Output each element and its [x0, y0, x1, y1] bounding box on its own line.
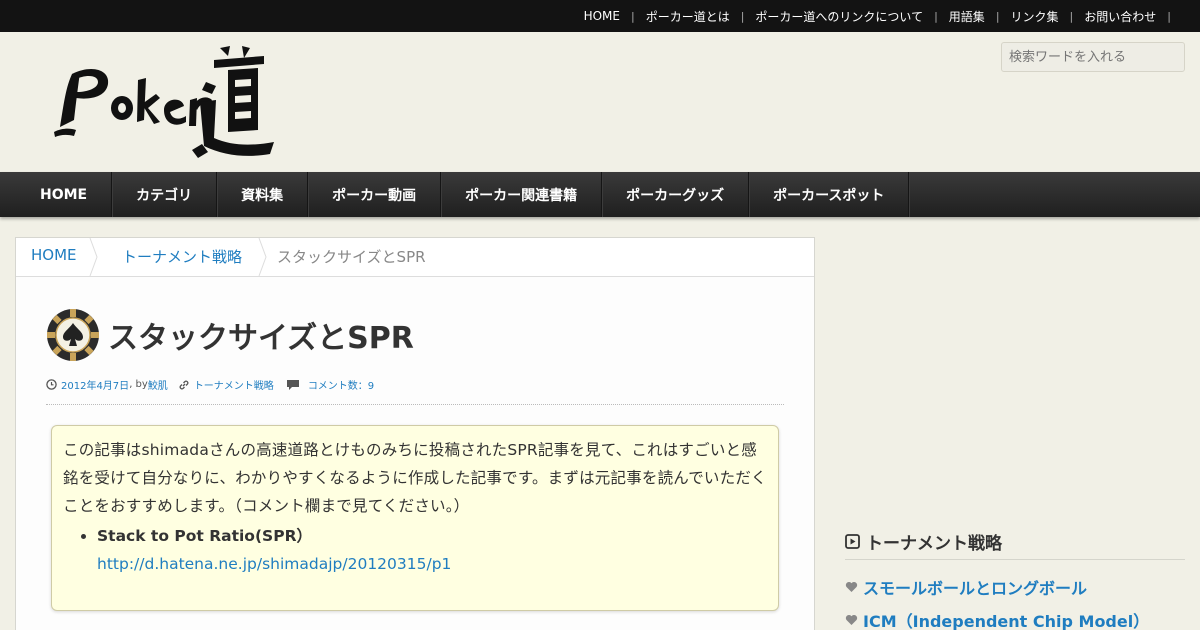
main-nav-spots[interactable]: ポーカースポット [749, 172, 910, 217]
separator: | [1167, 9, 1171, 23]
top-nav-home[interactable]: HOME [584, 9, 620, 23]
breadcrumb: HOME トーナメント戦略 スタックサイズとSPR [16, 238, 814, 277]
main-nav-label: ポーカー関連書籍 [465, 187, 578, 204]
breadcrumb-current: スタックサイズとSPR [277, 248, 426, 266]
separator: | [630, 9, 635, 23]
intro-note: この記事はshimadaさんの高速道路とけものみちに投稿されたSPR記事を見て、… [51, 425, 779, 611]
main-nav-books[interactable]: ポーカー関連書籍 [441, 172, 603, 217]
top-nav: HOME | ポーカー道とは | ポーカー道へのリンクについて | 用語集 | リンク集… [584, 0, 1182, 32]
main-nav: HOME カテゴリ 資料集 ポーカー動画 ポーカー関連書籍 ポーカーグッズ ポー… [0, 172, 1200, 217]
top-nav-contact[interactable]: お問い合わせ [1084, 8, 1156, 25]
breadcrumb-home[interactable]: HOME [31, 238, 77, 276]
separator: | [740, 9, 745, 23]
separator: | [995, 9, 1000, 23]
main-nav-videos[interactable]: ポーカー動画 [308, 172, 442, 217]
play-box-icon [845, 534, 860, 549]
comment-icon [286, 379, 299, 390]
breadcrumb-separator-icon [258, 238, 267, 276]
post-meta: 2012年4月7日 , by 鮫肌 トーナメント戦略 コメント数：9 [46, 377, 374, 392]
site-header [0, 32, 1200, 172]
post-area: HOME トーナメント戦略 スタックサイズとSPR スタックサイズとSPR 20… [15, 237, 815, 630]
link-icon [179, 380, 189, 389]
main-nav-label: カテゴリ [136, 187, 193, 204]
intro-text: この記事はshimadaさんの高速道路とけものみちに投稿されたSPR記事を見て、… [63, 441, 767, 515]
post-comments[interactable]: コメント数：9 [308, 377, 374, 392]
heart-icon [845, 614, 858, 625]
separator: | [1069, 9, 1074, 23]
sidebar-item[interactable]: ICM（Independent Chip Model） [845, 608, 1149, 630]
sidebar-item-label: スモールボールとロングボール [863, 579, 1088, 598]
breadcrumb-separator-icon [89, 238, 98, 276]
main-nav-label: ポーカーグッズ [626, 187, 725, 204]
main-nav-goods[interactable]: ポーカーグッズ [602, 172, 750, 217]
post-title: スタックサイズとSPR [108, 321, 414, 356]
reference-list: Stack to Pot Ratio(SPR） [97, 522, 767, 550]
divider [46, 404, 784, 405]
main-nav-materials[interactable]: 資料集 [217, 172, 309, 217]
sidebar-item[interactable]: スモールボールとロングボール [845, 575, 1087, 599]
main-nav-category[interactable]: カテゴリ [112, 172, 218, 217]
post-author[interactable]: 鮫肌 [148, 377, 168, 392]
post-category[interactable]: トーナメント戦略 [194, 377, 274, 392]
separator: | [934, 9, 938, 23]
main-nav-label: HOME [40, 186, 88, 203]
sidebar-item-label: ICM（Independent Chip Model） [863, 612, 1150, 630]
post-by-label: , by [129, 379, 148, 390]
main-nav-home[interactable]: HOME [16, 172, 113, 217]
reference-title: Stack to Pot Ratio(SPR） [97, 527, 313, 545]
poker-chip-icon [47, 309, 99, 361]
clock-icon [46, 379, 57, 390]
top-nav-glossary[interactable]: 用語集 [949, 8, 985, 25]
sidebar-widget-label: トーナメント戦略 [866, 534, 1002, 554]
top-bar: HOME | ポーカー道とは | ポーカー道へのリンクについて | 用語集 | リンク集… [0, 0, 1200, 32]
reference-link[interactable]: http://d.hatena.ne.jp/shimadajp/20120315… [97, 550, 767, 578]
reference-item: Stack to Pot Ratio(SPR） [97, 522, 767, 550]
heart-icon [845, 581, 858, 592]
breadcrumb-category[interactable]: トーナメント戦略 [122, 238, 242, 276]
main-nav-label: ポーカースポット [773, 187, 885, 204]
top-nav-links[interactable]: リンク集 [1011, 8, 1059, 25]
post-date[interactable]: 2012年4月7日 [61, 377, 129, 392]
search-input[interactable] [1001, 42, 1185, 72]
main-nav-label: 資料集 [241, 187, 284, 204]
post-header: スタックサイズとSPR [46, 308, 414, 362]
main-nav-label: ポーカー動画 [332, 187, 417, 204]
top-nav-about[interactable]: ポーカー道とは [646, 8, 730, 25]
site-logo[interactable] [52, 42, 277, 162]
top-nav-linking[interactable]: ポーカー道へのリンクについて [755, 8, 923, 25]
sidebar-widget-title: トーナメント戦略 [845, 524, 1185, 560]
